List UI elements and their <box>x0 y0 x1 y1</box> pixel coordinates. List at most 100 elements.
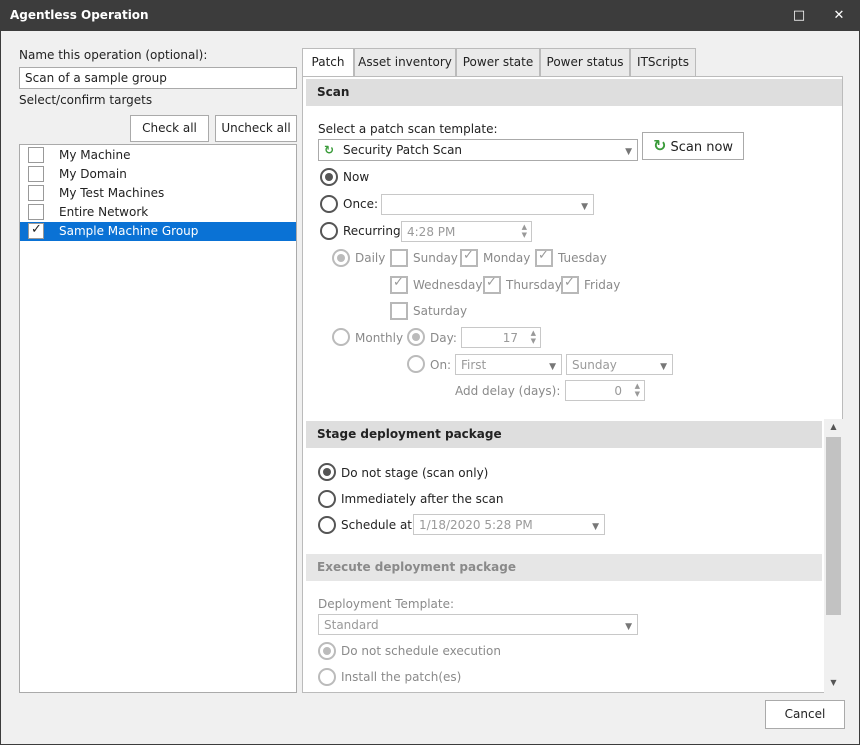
thursday-checkbox[interactable]: ✓ <box>483 275 501 294</box>
checkbox-checked[interactable]: ✓ <box>28 222 44 239</box>
checkbox[interactable] <box>28 204 44 220</box>
delay-field[interactable]: 0 ▲ ▼ <box>565 380 645 401</box>
operation-name-label: Name this operation (optional): <box>19 48 208 62</box>
tab-asset-inventory[interactable]: Asset inventory <box>354 48 456 76</box>
tab-patch[interactable]: Patch <box>302 48 354 77</box>
maximize-icon[interactable]: □ <box>779 1 819 31</box>
checkmark-icon: ✓ <box>393 275 404 290</box>
day-value-field[interactable]: 17 ▲ ▼ <box>461 327 541 348</box>
scan-now-label: Scan now <box>670 140 734 155</box>
immediately-radio[interactable] <box>318 490 336 508</box>
chevron-down-icon: ▼ <box>625 147 632 157</box>
tuesday-checkbox[interactable]: ✓ <box>535 248 553 267</box>
close-icon[interactable]: ✕ <box>819 1 859 31</box>
tab-power-status[interactable]: Power status <box>540 48 630 76</box>
tab-power-state[interactable]: Power state <box>456 48 540 76</box>
checkmark-icon: ✓ <box>538 248 549 263</box>
chevron-down-icon: ▼ <box>660 362 667 372</box>
install-radio[interactable] <box>318 668 336 686</box>
uncheck-all-button[interactable]: Uncheck all <box>215 115 297 142</box>
list-item[interactable]: My Machine <box>20 146 296 165</box>
operation-name-input[interactable]: Scan of a sample group <box>19 67 297 89</box>
window-title: Agentless Operation <box>10 8 149 22</box>
scroll-down-icon[interactable]: ▼ <box>824 675 843 691</box>
friday-checkbox[interactable]: ✓ <box>561 275 579 294</box>
delay-label: Add delay (days): <box>455 384 561 398</box>
on-radio[interactable] <box>407 355 425 373</box>
recurring-radio[interactable] <box>320 222 338 240</box>
schedule-at-field[interactable]: 1/18/2020 5:28 PM ▼ <box>413 514 605 535</box>
on-week-value: First <box>461 358 487 372</box>
scan-header: Scan <box>306 79 842 106</box>
do-not-stage-label: Do not stage (scan only) <box>341 466 489 480</box>
checkbox[interactable] <box>28 147 44 163</box>
once-datetime-field[interactable]: ▼ <box>381 194 594 215</box>
cancel-button[interactable]: Cancel <box>765 700 845 729</box>
daily-label: Daily <box>355 251 386 265</box>
target-label: Sample Machine Group <box>59 224 199 238</box>
monday-checkbox[interactable]: ✓ <box>460 248 478 267</box>
daily-radio[interactable] <box>332 249 350 267</box>
recurring-time-field[interactable]: 4:28 PM ▲ ▼ <box>401 221 532 242</box>
once-radio[interactable] <box>320 195 338 213</box>
install-label: Install the patch(es) <box>341 670 462 684</box>
schedule-at-value: 1/18/2020 5:28 PM <box>419 518 533 532</box>
wednesday-label: Wednesday <box>413 278 483 292</box>
on-week-select[interactable]: First ▼ <box>455 354 562 375</box>
on-label: On: <box>430 358 452 372</box>
refresh-icon: ↻ <box>652 136 667 155</box>
targets-list: My Machine My Domain My Test Machines En… <box>19 144 297 693</box>
panel-scrollbar[interactable]: ▲ ▼ <box>824 419 843 693</box>
delay-value: 0 <box>614 384 622 398</box>
tab-itscripts[interactable]: ITScripts <box>630 48 696 76</box>
sunday-checkbox[interactable] <box>390 249 408 267</box>
checkbox[interactable] <box>28 185 44 201</box>
scroll-up-icon[interactable]: ▲ <box>824 419 843 435</box>
target-label: My Domain <box>59 167 127 181</box>
list-item[interactable]: ✓ Sample Machine Group <box>20 222 296 241</box>
scan-template-select[interactable]: ↻ Security Patch Scan ▼ <box>318 139 638 161</box>
day-radio[interactable] <box>407 328 425 346</box>
checkbox[interactable] <box>28 166 44 182</box>
target-label: Entire Network <box>59 205 149 219</box>
deployment-template-value: Standard <box>324 618 379 632</box>
spin-down-icon: ▼ <box>634 390 640 398</box>
do-not-stage-radio[interactable] <box>318 463 336 481</box>
now-label: Now <box>343 170 370 184</box>
checkmark-icon: ✓ <box>486 275 497 290</box>
monthly-radio[interactable] <box>332 328 350 346</box>
recurring-time-value: 4:28 PM <box>407 225 456 239</box>
target-label: My Test Machines <box>59 186 165 200</box>
target-label: My Machine <box>59 148 131 162</box>
do-not-schedule-radio[interactable] <box>318 642 336 660</box>
wednesday-checkbox[interactable]: ✓ <box>390 275 408 294</box>
sunday-label: Sunday <box>413 251 458 265</box>
checkmark-icon: ✓ <box>463 248 474 263</box>
schedule-at-radio[interactable] <box>318 516 336 534</box>
agentless-operation-window: Agentless Operation □ ✕ Name this operat… <box>0 0 860 745</box>
on-weekday-select[interactable]: Sunday ▼ <box>566 354 673 375</box>
execute-header: Execute deployment package <box>306 554 822 581</box>
saturday-label: Saturday <box>413 304 468 318</box>
targets-label: Select/confirm targets <box>19 93 153 107</box>
template-label: Select a patch scan template: <box>318 122 498 136</box>
chevron-down-icon: ▼ <box>592 522 599 532</box>
scan-now-button[interactable]: ↻ Scan now <box>642 132 744 160</box>
deployment-template-select[interactable]: Standard ▼ <box>318 614 638 635</box>
saturday-checkbox[interactable] <box>390 302 408 320</box>
monthly-label: Monthly <box>355 331 404 345</box>
monday-label: Monday <box>483 251 531 265</box>
refresh-icon: ↻ <box>324 143 335 157</box>
checkmark-icon: ✓ <box>564 275 575 290</box>
list-item[interactable]: My Test Machines <box>20 184 296 203</box>
stage-header: Stage deployment package <box>306 421 822 448</box>
scroll-thumb[interactable] <box>826 437 841 615</box>
scan-template-value: Security Patch Scan <box>343 143 463 157</box>
spin-up-icon: ▲ <box>634 382 640 390</box>
spin-down-icon: ▼ <box>521 231 527 239</box>
now-radio[interactable] <box>320 168 338 186</box>
thursday-label: Thursday <box>506 278 562 292</box>
list-item[interactable]: Entire Network <box>20 203 296 222</box>
check-all-button[interactable]: Check all <box>130 115 209 142</box>
list-item[interactable]: My Domain <box>20 165 296 184</box>
